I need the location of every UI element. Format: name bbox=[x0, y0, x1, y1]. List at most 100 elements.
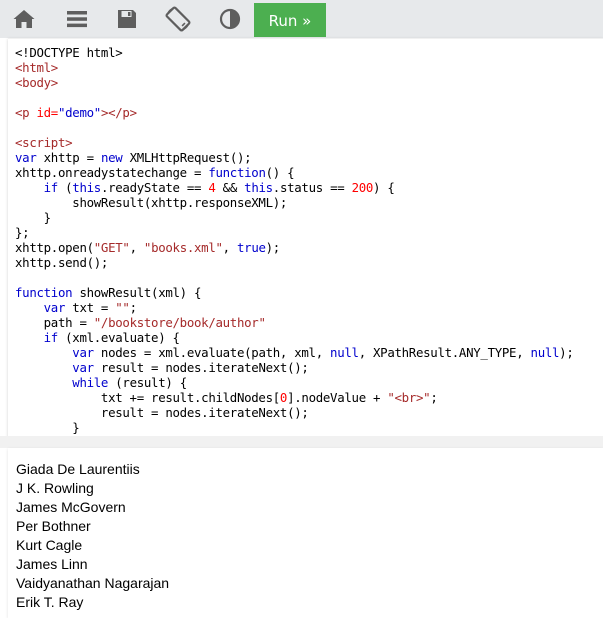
contrast-icon[interactable] bbox=[217, 0, 243, 38]
menu-icon[interactable] bbox=[64, 0, 90, 38]
code-line[interactable]: if (xml.evaluate) { bbox=[15, 330, 603, 345]
result-panel: Giada De Laurentiis J K. Rowling James McG… bbox=[8, 448, 603, 618]
code-token: ; bbox=[129, 300, 137, 315]
code-token: <!DOCTYPE html> bbox=[15, 45, 123, 60]
code-line[interactable]: xhttp.onreadystatechange = function() { bbox=[15, 165, 603, 180]
code-token: new bbox=[100, 150, 123, 165]
code-line[interactable]: } bbox=[15, 420, 603, 435]
code-token: .status == bbox=[272, 180, 352, 195]
code-token: } bbox=[15, 420, 80, 435]
author-list: Giada De Laurentiis J K. Rowling James McG… bbox=[8, 448, 603, 612]
code-token: "" bbox=[115, 300, 130, 315]
home-icon[interactable] bbox=[10, 0, 38, 38]
code-token: () { bbox=[265, 165, 295, 180]
run-button[interactable]: Run » bbox=[254, 3, 326, 37]
code-line[interactable]: path = "/bookstore/book/author" bbox=[15, 315, 603, 330]
code-editor[interactable]: <!DOCTYPE html> <html> <body> <p id="demo"… bbox=[8, 38, 603, 437]
code-line[interactable] bbox=[15, 90, 603, 105]
code-line[interactable]: <p id="demo"></p> bbox=[15, 105, 603, 120]
code-line[interactable]: }; bbox=[15, 225, 603, 240]
code-token: if bbox=[43, 180, 59, 195]
code-token: ) { bbox=[373, 180, 395, 195]
code-token: ></p> bbox=[100, 105, 137, 120]
code-token: , XPathResult.ANY_TYPE, bbox=[358, 345, 531, 360]
code-token: ); bbox=[559, 345, 574, 360]
code-token: true bbox=[237, 240, 266, 255]
code-line[interactable]: xhttp.open("GET", "books.xml", true); bbox=[15, 240, 603, 255]
code-token: function bbox=[208, 165, 266, 180]
code-line[interactable] bbox=[15, 270, 603, 285]
code-token: && bbox=[215, 180, 245, 195]
rotate-icon[interactable] bbox=[164, 0, 192, 38]
code-token: <html> bbox=[15, 60, 58, 75]
code-token: var bbox=[15, 150, 37, 165]
code-token: null bbox=[530, 345, 560, 360]
code-line[interactable]: showResult(xhttp.responseXML); bbox=[15, 195, 603, 210]
code-token: } bbox=[15, 210, 51, 225]
code-token: }; bbox=[15, 225, 30, 240]
author-item: J K. Rowling bbox=[16, 480, 94, 496]
author-item: Giada De Laurentiis bbox=[16, 461, 140, 477]
code-token: (xml.evaluate) { bbox=[57, 330, 180, 345]
code-token: xhttp.open( bbox=[15, 240, 94, 255]
code-token: var bbox=[72, 360, 94, 375]
code-line[interactable]: var nodes = xml.evaluate(path, xml, null… bbox=[15, 345, 603, 360]
code-token: xhttp.onreadystatechange = bbox=[15, 165, 209, 180]
code-line[interactable]: <html> bbox=[15, 60, 603, 75]
code-token: showResult(xhttp.responseXML); bbox=[15, 195, 288, 210]
code-token: , bbox=[222, 240, 237, 255]
save-icon[interactable] bbox=[115, 0, 139, 38]
code-token: "<br>" bbox=[387, 390, 431, 405]
code-token: result = nodes.iterateNext(); bbox=[15, 405, 309, 420]
code-line[interactable]: var result = nodes.iterateNext(); bbox=[15, 360, 603, 375]
code-token: "GET" bbox=[93, 240, 130, 255]
toolbar: Run » bbox=[0, 0, 603, 38]
code-line[interactable]: txt += result.childNodes[0].nodeValue + … bbox=[15, 390, 603, 405]
code-token: .readyState == bbox=[100, 180, 209, 195]
code-token: xhttp = bbox=[36, 150, 101, 165]
author-item: James Linn bbox=[16, 556, 88, 572]
code-token: id= bbox=[36, 105, 58, 120]
code-line[interactable]: var xhttp = new XMLHttpRequest(); bbox=[15, 150, 603, 165]
author-item: Erik T. Ray bbox=[16, 594, 84, 610]
code-token: if bbox=[43, 330, 59, 345]
code-text[interactable]: <!DOCTYPE html> <html> <body> <p id="demo"… bbox=[8, 39, 603, 435]
code-token: path = bbox=[15, 315, 94, 330]
code-line[interactable] bbox=[15, 120, 603, 135]
code-line[interactable]: var txt = ""; bbox=[15, 300, 603, 315]
panel-divider[interactable] bbox=[0, 436, 603, 448]
code-token: function bbox=[15, 285, 73, 300]
code-line[interactable]: if (this.readyState == 4 && this.status … bbox=[15, 180, 603, 195]
code-token: <p bbox=[15, 105, 37, 120]
code-token: ); bbox=[265, 240, 281, 255]
code-line[interactable]: <script> bbox=[15, 135, 603, 150]
code-token: (result) { bbox=[108, 375, 187, 390]
code-token: ; bbox=[430, 390, 438, 405]
code-token: result = nodes.iterateNext(); bbox=[93, 360, 309, 375]
code-line[interactable]: <!DOCTYPE html> bbox=[15, 45, 603, 60]
code-token: nodes = xml.evaluate(path, xml, bbox=[93, 345, 331, 360]
code-token: var bbox=[72, 345, 94, 360]
code-token: showResult(xml) { bbox=[72, 285, 202, 300]
code-token: XMLHttpRequest(); bbox=[122, 150, 252, 165]
code-line[interactable]: while (result) { bbox=[15, 375, 603, 390]
code-token: txt += result.childNodes[ bbox=[15, 390, 280, 405]
code-token: 200 bbox=[351, 180, 374, 195]
author-item: Kurt Cagle bbox=[16, 537, 83, 553]
code-token: this bbox=[244, 180, 273, 195]
code-line[interactable]: xhttp.send(); bbox=[15, 255, 603, 270]
code-line[interactable]: result = nodes.iterateNext(); bbox=[15, 405, 603, 420]
code-token: <script> bbox=[15, 135, 73, 150]
code-line[interactable]: } bbox=[15, 210, 603, 225]
code-token: txt = bbox=[65, 300, 116, 315]
code-token: 4 bbox=[208, 180, 216, 195]
code-token: "/bookstore/book/author" bbox=[93, 315, 266, 330]
code-line[interactable]: function showResult(xml) { bbox=[15, 285, 603, 300]
code-line[interactable]: <body> bbox=[15, 75, 603, 90]
